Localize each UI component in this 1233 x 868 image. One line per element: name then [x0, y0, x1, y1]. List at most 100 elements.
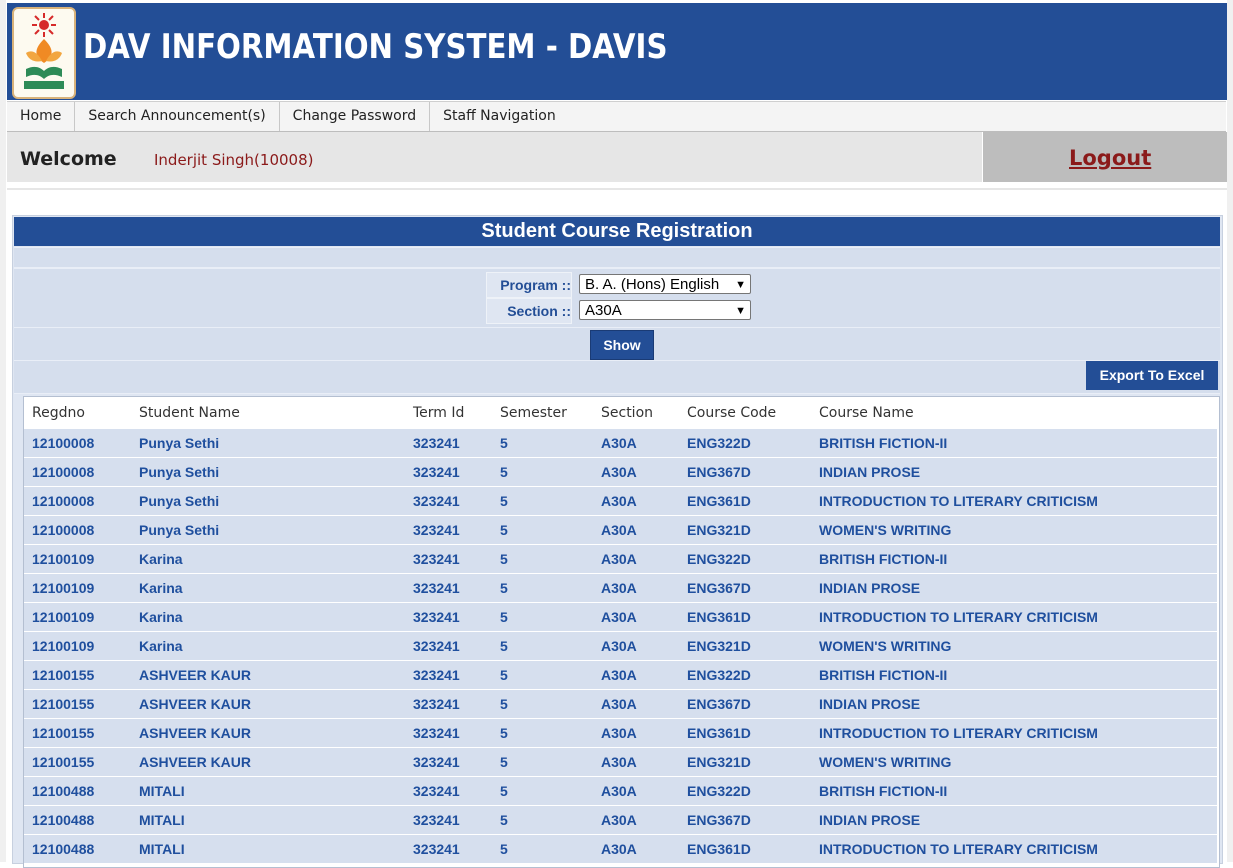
section-select[interactable]: A30A ▼	[579, 300, 751, 320]
right-border	[1227, 0, 1233, 862]
table-row[interactable]: 12100008 Punya Sethi 323241 5 A30A ENG367D IND…	[24, 457, 1217, 487]
cell-term-id: 323241	[405, 805, 492, 835]
cell-course-name: INDIAN PROSE	[811, 457, 1217, 487]
welcome-label: Welcome	[20, 148, 117, 170]
table-row[interactable]: 12100488 MITALI 323241 5 A30A ENG367D INDIAN P…	[24, 805, 1217, 835]
table-row[interactable]: 12100008 Punya Sethi 323241 5 A30A ENG322D BRI…	[24, 428, 1217, 458]
table-row[interactable]: 12100488 MITALI 323241 5 A30A ENG322D BRITISH …	[24, 776, 1217, 806]
cell-regdno: 12100155	[24, 689, 131, 719]
cell-course-name: INDIAN PROSE	[811, 689, 1217, 719]
program-select-value: B. A. (Hons) English	[585, 276, 720, 293]
program-select[interactable]: B. A. (Hons) English ▼	[579, 274, 751, 294]
cell-term-id: 323241	[405, 428, 492, 458]
table-body: 12100008 Punya Sethi 323241 5 A30A ENG322D BRI…	[24, 428, 1217, 863]
cell-student-name: Karina	[131, 602, 405, 632]
col-course-code[interactable]: Course Code	[679, 397, 811, 429]
table-row[interactable]: 12100155 ASHVEER KAUR 323241 5 A30A ENG321D WO…	[24, 747, 1217, 777]
nav-staff-navigation[interactable]: Staff Navigation	[430, 102, 569, 131]
col-section[interactable]: Section	[593, 397, 679, 429]
cell-term-id: 323241	[405, 689, 492, 719]
logout-area: Logout	[983, 132, 1227, 182]
table-row[interactable]: 12100155 ASHVEER KAUR 323241 5 A30A ENG367D IN…	[24, 689, 1217, 719]
cell-section: A30A	[593, 689, 679, 719]
cell-course-code: ENG321D	[679, 631, 811, 661]
show-button[interactable]: Show	[590, 330, 654, 360]
table-row[interactable]: 12100109 Karina 323241 5 A30A ENG321D WOMEN'S …	[24, 631, 1217, 661]
cell-regdno: 12100109	[24, 573, 131, 603]
table-row[interactable]: 12100109 Karina 323241 5 A30A ENG322D BRITISH …	[24, 544, 1217, 574]
app-header: DAV INFORMATION SYSTEM - DAVIS	[7, 3, 1227, 100]
chevron-down-icon: ▼	[735, 305, 746, 317]
logout-link[interactable]: Logout	[1069, 146, 1151, 170]
col-course-name[interactable]: Course Name	[811, 397, 1217, 429]
table-row[interactable]: 12100109 Karina 323241 5 A30A ENG361D INTRODUC…	[24, 602, 1217, 632]
cell-regdno: 12100155	[24, 660, 131, 690]
cell-section: A30A	[593, 776, 679, 806]
cell-section: A30A	[593, 457, 679, 487]
nav-search-announcements[interactable]: Search Announcement(s)	[75, 102, 280, 131]
cell-regdno: 12100008	[24, 515, 131, 545]
cell-student-name: Karina	[131, 573, 405, 603]
col-term-id[interactable]: Term Id	[405, 397, 492, 429]
col-semester[interactable]: Semester	[492, 397, 593, 429]
nav-change-password[interactable]: Change Password	[280, 102, 431, 131]
nav-home[interactable]: Home	[7, 102, 76, 131]
cell-course-name: BRITISH FICTION-II	[811, 660, 1217, 690]
cell-regdno: 12100008	[24, 486, 131, 516]
cell-course-code: ENG367D	[679, 805, 811, 835]
section-select-value: A30A	[585, 302, 622, 319]
col-regdno[interactable]: Regdno	[24, 397, 131, 429]
cell-course-name: INDIAN PROSE	[811, 805, 1217, 835]
cell-semester: 5	[492, 805, 593, 835]
table-row[interactable]: 12100155 ASHVEER KAUR 323241 5 A30A ENG322D BR…	[24, 660, 1217, 690]
cell-course-code: ENG321D	[679, 515, 811, 545]
cell-course-name: WOMEN'S WRITING	[811, 631, 1217, 661]
table-row[interactable]: 12100109 Karina 323241 5 A30A ENG367D INDIAN P…	[24, 573, 1217, 603]
program-label: Program ::	[486, 272, 572, 298]
cell-semester: 5	[492, 515, 593, 545]
cell-section: A30A	[593, 660, 679, 690]
cell-term-id: 323241	[405, 602, 492, 632]
cell-course-code: ENG367D	[679, 573, 811, 603]
cell-semester: 5	[492, 428, 593, 458]
export-to-excel-button[interactable]: Export To Excel	[1086, 361, 1218, 390]
welcome-bar: Welcome Inderjit Singh(10008)	[7, 132, 982, 182]
col-student-name[interactable]: Student Name	[131, 397, 405, 429]
cell-student-name: ASHVEER KAUR	[131, 747, 405, 777]
cell-section: A30A	[593, 834, 679, 863]
table-header-row: Regdno Student Name Term Id Semester Sec…	[24, 397, 1217, 429]
cell-regdno: 12100008	[24, 428, 131, 458]
registration-table-wrapper: Regdno Student Name Term Id Semester Sec…	[23, 396, 1220, 868]
cell-course-code: ENG367D	[679, 457, 811, 487]
cell-course-code: ENG322D	[679, 428, 811, 458]
cell-course-name: INDIAN PROSE	[811, 573, 1217, 603]
cell-regdno: 12100008	[24, 457, 131, 487]
cell-course-name: INTRODUCTION TO LITERARY CRITICISM	[811, 718, 1217, 748]
table-row[interactable]: 12100008 Punya Sethi 323241 5 A30A ENG321D WOM…	[24, 515, 1217, 545]
cell-student-name: ASHVEER KAUR	[131, 718, 405, 748]
cell-student-name: ASHVEER KAUR	[131, 689, 405, 719]
cell-course-code: ENG321D	[679, 747, 811, 777]
cell-course-name: BRITISH FICTION-II	[811, 428, 1217, 458]
cell-course-name: BRITISH FICTION-II	[811, 776, 1217, 806]
cell-semester: 5	[492, 602, 593, 632]
cell-section: A30A	[593, 428, 679, 458]
table-row[interactable]: 12100008 Punya Sethi 323241 5 A30A ENG361D INT…	[24, 486, 1217, 516]
cell-term-id: 323241	[405, 486, 492, 516]
top-nav: Home Search Announcement(s) Change Passw…	[7, 101, 1226, 132]
cell-term-id: 323241	[405, 544, 492, 574]
cell-student-name: Punya Sethi	[131, 515, 405, 545]
cell-course-name: INTRODUCTION TO LITERARY CRITICISM	[811, 486, 1217, 516]
table-row[interactable]: 12100155 ASHVEER KAUR 323241 5 A30A ENG361D IN…	[24, 718, 1217, 748]
cell-student-name: ASHVEER KAUR	[131, 660, 405, 690]
cell-semester: 5	[492, 718, 593, 748]
cell-regdno: 12100109	[24, 631, 131, 661]
cell-semester: 5	[492, 573, 593, 603]
cell-term-id: 323241	[405, 718, 492, 748]
section-label: Section ::	[486, 298, 572, 324]
cell-semester: 5	[492, 834, 593, 863]
table-row[interactable]: 12100488 MITALI 323241 5 A30A ENG361D INTRODUC…	[24, 834, 1217, 863]
registration-table: Regdno Student Name Term Id Semester Sec…	[24, 397, 1217, 863]
cell-course-name: INTRODUCTION TO LITERARY CRITICISM	[811, 834, 1217, 863]
cell-course-code: ENG361D	[679, 486, 811, 516]
